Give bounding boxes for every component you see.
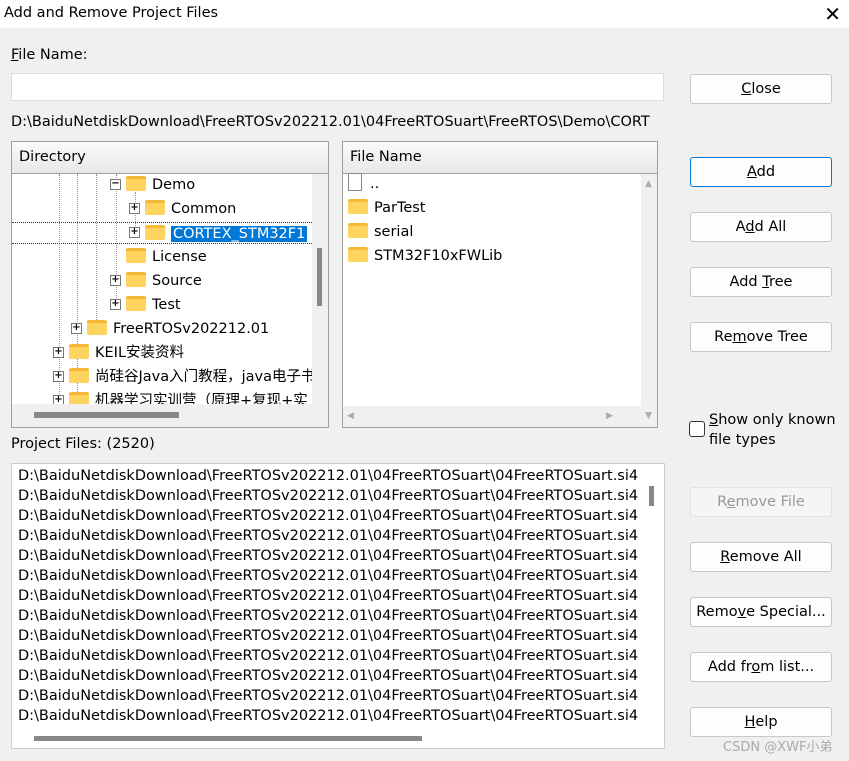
tree-item[interactable]: Source — [126, 270, 202, 292]
project-files-list[interactable]: D:\BaiduNetdiskDownload\FreeRTOSv202212.… — [11, 463, 665, 749]
add-from-list-button[interactable]: Add from list... — [690, 652, 832, 682]
file-item[interactable]: STM32F10xFWLib — [348, 245, 502, 267]
remove-special-button[interactable]: Remove Special... — [690, 597, 832, 627]
directory-tree[interactable]: Directory − Demo + Common + CORTEX_STM32F1 Lic… — [11, 141, 329, 428]
tree-item[interactable]: Test — [126, 294, 181, 316]
file-item[interactable]: serial — [348, 221, 413, 243]
tree-item-label: FreeRTOSv202212.01 — [113, 321, 270, 337]
project-files-hscrollbar[interactable] — [34, 736, 422, 741]
add-button[interactable]: Add — [690, 157, 832, 187]
collapse-icon[interactable]: − — [110, 179, 121, 190]
tree-item-label: Source — [152, 273, 202, 289]
file-item-label: .. — [370, 176, 380, 192]
folder-icon — [348, 199, 368, 214]
project-file-row[interactable]: D:\BaiduNetdiskDownload\FreeRTOSv202212.… — [18, 546, 638, 566]
file-item-label: STM32F10xFWLib — [374, 248, 503, 264]
file-item[interactable]: ParTest — [348, 197, 426, 219]
project-file-row[interactable]: D:\BaiduNetdiskDownload\FreeRTOSv202212.… — [18, 466, 638, 486]
file-name-label: File Name: — [11, 47, 88, 63]
folder-icon — [87, 320, 107, 335]
folder-icon — [126, 248, 146, 263]
project-file-row[interactable]: D:\BaiduNetdiskDownload\FreeRTOSv202212.… — [18, 506, 638, 526]
add-tree-button[interactable]: Add Tree — [690, 267, 832, 297]
remove-file-button[interactable]: Remove File — [690, 487, 832, 517]
add-all-button[interactable]: Add All — [690, 212, 832, 242]
project-files-vscrollbar[interactable] — [649, 486, 654, 506]
folder-icon — [126, 176, 146, 191]
show-known-types-checkbox[interactable]: Show only known file types — [689, 410, 844, 450]
file-item[interactable]: .. — [348, 173, 379, 195]
folder-icon — [348, 247, 368, 262]
folder-icon — [145, 200, 165, 215]
document-icon — [348, 173, 362, 191]
close-button[interactable]: Close — [690, 74, 832, 104]
project-file-row[interactable]: D:\BaiduNetdiskDownload\FreeRTOSv202212.… — [18, 686, 638, 706]
tree-item-label: CORTEX_STM32F1 — [171, 226, 308, 242]
remove-all-button[interactable]: Remove All — [690, 542, 832, 572]
tree-item-label: 尚硅谷Java入门教程，java电子书 — [95, 369, 316, 385]
file-item-label: serial — [374, 224, 414, 240]
project-file-row[interactable]: D:\BaiduNetdiskDownload\FreeRTOSv202212.… — [18, 606, 638, 626]
project-file-row[interactable]: D:\BaiduNetdiskDownload\FreeRTOSv202212.… — [18, 646, 638, 666]
folder-icon — [69, 368, 89, 383]
tree-item-label: Demo — [152, 177, 196, 193]
project-file-row[interactable]: D:\BaiduNetdiskDownload\FreeRTOSv202212.… — [18, 586, 638, 606]
file-list[interactable]: File Name .. ParTest serial STM32F10xFWLib … — [342, 141, 658, 428]
tree-item-label: License — [152, 249, 207, 265]
checkbox-box[interactable] — [689, 421, 705, 437]
expand-icon[interactable]: + — [71, 323, 82, 334]
folder-icon — [145, 225, 165, 240]
file-list-hscrollbar[interactable]: ◀ ▶ — [343, 406, 641, 427]
expand-icon[interactable]: + — [53, 371, 64, 382]
tree-item[interactable]: FreeRTOSv202212.01 — [87, 318, 269, 340]
help-button[interactable]: Help — [690, 707, 832, 737]
tree-item-label: Test — [152, 297, 181, 313]
project-file-row[interactable]: D:\BaiduNetdiskDownload\FreeRTOSv202212.… — [18, 566, 638, 586]
folder-icon — [348, 223, 368, 238]
project-file-row[interactable]: D:\BaiduNetdiskDownload\FreeRTOSv202212.… — [18, 666, 638, 686]
project-file-row[interactable]: D:\BaiduNetdiskDownload\FreeRTOSv202212.… — [18, 486, 638, 506]
directory-hscrollbar[interactable] — [12, 404, 312, 427]
expand-icon[interactable]: + — [110, 299, 121, 310]
project-file-row[interactable]: D:\BaiduNetdiskDownload\FreeRTOSv202212.… — [18, 706, 638, 726]
project-file-row[interactable]: D:\BaiduNetdiskDownload\FreeRTOSv202212.… — [18, 526, 638, 546]
folder-icon — [69, 344, 89, 359]
expand-icon[interactable]: + — [53, 347, 64, 358]
project-file-row[interactable]: D:\BaiduNetdiskDownload\FreeRTOSv202212.… — [18, 626, 638, 646]
tree-item-label: KEIL安装资料 — [95, 345, 185, 361]
tree-item-label: Common — [171, 201, 237, 217]
title-bar: Add and Remove Project Files ✕ — [0, 0, 849, 28]
file-name-header: File Name — [343, 142, 657, 174]
file-name-input[interactable] — [11, 73, 664, 101]
remove-tree-button[interactable]: Remove Tree — [690, 322, 832, 352]
watermark: CSDN @XWF小弟 — [723, 740, 833, 755]
expand-icon[interactable]: + — [110, 275, 121, 286]
tree-item[interactable]: 尚硅谷Java入门教程，java电子书 — [69, 366, 316, 388]
current-path: D:\BaiduNetdiskDownload\FreeRTOSv202212.… — [11, 114, 650, 130]
folder-icon — [126, 296, 146, 311]
file-item-label: ParTest — [374, 200, 426, 216]
expand-icon[interactable]: + — [129, 203, 140, 214]
tree-item[interactable]: KEIL安装资料 — [69, 342, 184, 364]
close-window-icon[interactable]: ✕ — [824, 2, 841, 26]
folder-icon — [126, 272, 146, 287]
directory-vscrollbar[interactable] — [312, 174, 328, 427]
file-list-vscrollbar[interactable]: ▲ ▼ — [641, 174, 657, 427]
window-title: Add and Remove Project Files — [4, 5, 219, 21]
directory-header: Directory — [12, 142, 328, 174]
tree-item[interactable]: CORTEX_STM32F1 — [12, 222, 312, 244]
tree-item[interactable]: Demo — [126, 174, 195, 196]
project-files-label: Project Files: (2520) — [11, 436, 155, 452]
tree-item[interactable]: License — [126, 246, 207, 268]
tree-item[interactable]: Common — [145, 198, 236, 220]
